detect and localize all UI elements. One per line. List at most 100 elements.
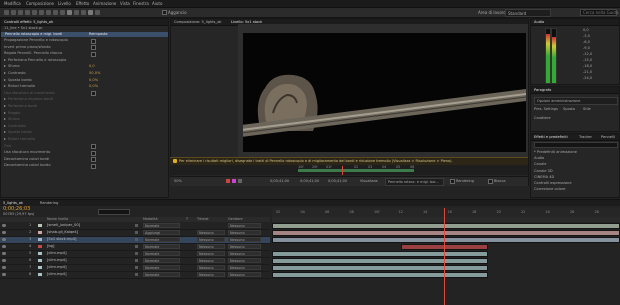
effect-property-row[interactable]: Perfeziona Pennello e rotoscopio xyxy=(4,58,66,63)
roto-brush-tool-icon[interactable] xyxy=(88,10,93,15)
layer-name[interactable]: [clim.mp4] xyxy=(47,265,67,270)
layer-row[interactable]: 1 [smeli_juniper_00] Normale Nessuno xyxy=(0,223,270,230)
twirl-arrow-icon[interactable] xyxy=(4,58,6,61)
layer-name[interactable]: [clim.mp4] xyxy=(47,251,67,256)
tab-effects-presets[interactable]: Effetti e predefiniti xyxy=(534,135,568,140)
font-select[interactable]: Opzioni amministrazione xyxy=(534,97,618,105)
pen-tool-icon[interactable] xyxy=(53,10,58,15)
menu-item[interactable]: Vista xyxy=(120,1,130,6)
layer-mode-select[interactable]: Normale xyxy=(143,258,180,263)
workspace-select[interactable]: Standard xyxy=(505,9,551,17)
effects-category-item[interactable]: Controlli espressione xyxy=(534,181,572,186)
effect-property-row[interactable]: Contrasto xyxy=(4,124,26,129)
menu-item[interactable]: Livello xyxy=(58,1,71,6)
parent-select[interactable]: Nessuno xyxy=(228,272,261,277)
label-color-swatch[interactable] xyxy=(38,238,42,241)
camera-tool-icon[interactable] xyxy=(32,10,37,15)
effect-property-row[interactable]: Riduci tremolio xyxy=(4,137,35,142)
work-area[interactable] xyxy=(272,217,620,222)
help-search-input[interactable]: Cerca nella Guida xyxy=(580,9,618,16)
tab-brushes[interactable]: Pennelli xyxy=(601,135,615,140)
timecode[interactable]: 0;00;41;00 xyxy=(270,179,289,184)
effects-category-item[interactable]: Correzione colore xyxy=(534,187,565,192)
visibility-eye-icon[interactable] xyxy=(2,252,6,255)
selection-tool-icon[interactable] xyxy=(4,10,9,15)
layer-mode-select[interactable]: Normale xyxy=(143,251,180,256)
layer-row[interactable]: 5 [clim.mp4] Normale Nessuno Nessuno xyxy=(0,251,270,258)
menu-item[interactable]: Aiuto xyxy=(152,1,162,6)
col-trkmat[interactable]: Trkmat xyxy=(197,217,209,222)
visibility-eye-icon[interactable] xyxy=(2,224,6,227)
label-color-swatch[interactable] xyxy=(38,273,42,276)
effect-property-row[interactable]: Usa sfocatura di movimento xyxy=(4,91,55,96)
effect-checkbox[interactable] xyxy=(91,38,96,44)
effect-property-row[interactable]: Raggio xyxy=(4,111,20,116)
effect-checkbox[interactable] xyxy=(91,45,96,51)
track-matte-select[interactable]: Nessuno xyxy=(197,251,225,256)
effect-property-row[interactable]: Perfeziona migliora bordi xyxy=(4,97,53,102)
text-tool-icon[interactable] xyxy=(60,10,65,15)
puppet-tool-icon[interactable] xyxy=(95,10,100,15)
effect-checkbox[interactable] xyxy=(91,150,96,156)
tab-audio[interactable]: Audio xyxy=(534,20,544,25)
track-matte-select[interactable]: Nessuno xyxy=(197,230,225,235)
switch-icon[interactable] xyxy=(135,238,138,241)
switch-icon[interactable] xyxy=(135,252,138,255)
style-tab[interactable]: Stile xyxy=(583,107,591,112)
label-color-swatch[interactable] xyxy=(38,259,42,262)
pan-tool-icon[interactable] xyxy=(39,10,44,15)
effect-property-row[interactable]: Contrasto xyxy=(4,71,26,76)
col-t[interactable]: T xyxy=(186,217,188,222)
timecode-in[interactable]: 0;00;41;00 xyxy=(300,179,319,184)
effect-property-row[interactable]: Perfeziona bordi xyxy=(4,104,37,109)
visibility-eye-icon[interactable] xyxy=(2,238,6,241)
layer-mode-select[interactable]: Aggiungi xyxy=(143,230,180,235)
layer-name[interactable]: [shab-gli_Kaiqe4] xyxy=(47,230,78,235)
timecode-out[interactable]: 0;00;41;00 xyxy=(328,179,347,184)
reset-link[interactable]: Reimposta xyxy=(89,32,108,37)
eraser-tool-icon[interactable] xyxy=(81,10,86,15)
label-color-swatch[interactable] xyxy=(38,252,42,255)
effect-property-row[interactable]: Propagazione Pennello e rotoscopio xyxy=(4,38,68,43)
layer-duration-bar[interactable] xyxy=(272,251,488,257)
menu-item[interactable]: Composizione xyxy=(26,1,54,6)
visibility-eye-icon[interactable] xyxy=(2,245,6,248)
visibility-eye-icon[interactable] xyxy=(2,231,6,234)
hand-tool-icon[interactable] xyxy=(11,10,16,15)
layer-row[interactable]: 7 [clim.mp4] Normale Nessuno Nessuno xyxy=(0,265,270,272)
effect-checkbox[interactable] xyxy=(91,144,96,150)
visibility-eye-icon[interactable] xyxy=(2,273,6,276)
effect-property-value[interactable]: 0,0% xyxy=(89,78,98,83)
layer-duration-bar[interactable] xyxy=(272,237,620,243)
effect-property-row[interactable]: Decontamina colori bordo xyxy=(4,163,51,168)
layer-duration-bar[interactable] xyxy=(272,265,488,271)
layer-search-input[interactable] xyxy=(98,209,130,215)
layer-mode-select[interactable]: Normale xyxy=(143,237,180,242)
effect-property-row[interactable]: Riduci tremolio xyxy=(4,84,35,89)
effect-property-row[interactable]: Usa sfocatura movimento xyxy=(4,150,50,155)
effects-category-item[interactable]: * Predefiniti animazione xyxy=(534,150,577,155)
twirl-arrow-icon[interactable] xyxy=(4,65,6,68)
effect-property-row[interactable]: Decontamina colori bordi xyxy=(4,157,49,162)
twirl-arrow-icon[interactable] xyxy=(4,111,6,114)
layer-name[interactable]: [5x1 stock.mp4] xyxy=(47,237,76,242)
layer-duration-bar[interactable] xyxy=(272,223,620,229)
layer-mini-timeline[interactable]: 10f 20f 01f 02 03 04 05 06 xyxy=(170,165,528,175)
label-color-swatch[interactable] xyxy=(38,231,42,234)
render-checkbox[interactable] xyxy=(450,179,455,184)
effect-property-row[interactable]: Sposta bordo xyxy=(4,130,32,135)
layer-duration-bar[interactable] xyxy=(272,258,488,264)
label-color-swatch[interactable] xyxy=(38,224,42,227)
label-color-swatch[interactable] xyxy=(38,245,42,248)
menu-item[interactable]: Effetto xyxy=(76,1,89,6)
lock-checkbox[interactable] xyxy=(488,179,493,184)
twirl-arrow-icon[interactable] xyxy=(4,138,6,140)
tab-tracker[interactable]: Tracker xyxy=(579,135,592,140)
col-parent[interactable]: Genitore xyxy=(228,217,243,222)
effect-property-row[interactable]: Sfuma xyxy=(4,64,20,69)
layer-mode-select[interactable]: Normale xyxy=(143,223,180,228)
track-matte-select[interactable]: Nessuno xyxy=(197,258,225,263)
effect-checkbox[interactable] xyxy=(91,163,96,169)
twirl-arrow-icon[interactable] xyxy=(4,72,6,74)
tab-composition[interactable]: Composizione: 5_lights_ok xyxy=(174,20,221,25)
